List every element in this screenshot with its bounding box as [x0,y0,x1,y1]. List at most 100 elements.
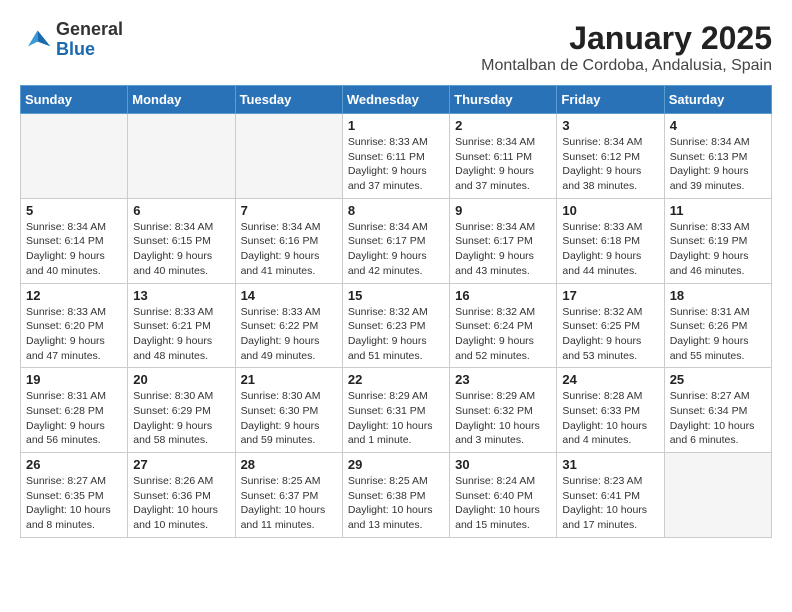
week-row-3: 12 Sunrise: 8:33 AM Sunset: 6:20 PM Dayli… [21,283,772,368]
day-info: Sunrise: 8:29 AM Sunset: 6:32 PM Dayligh… [455,389,551,448]
day-number: 21 [241,372,337,387]
calendar-cell: 6Sunrise: 8:34 AM Sunset: 6:15 PM Daylig… [128,198,235,283]
day-info: Sunrise: 8:32 AM Sunset: 6:25 PM Dayligh… [562,305,658,364]
calendar-cell: 15 Sunrise: 8:32 AM Sunset: 6:23 PM Dayli… [342,283,449,368]
day-info: Sunrise: 8:32 AM Sunset: 6:24 PM Dayligh… [455,305,551,364]
day-number: 31 [562,457,658,472]
calendar-cell: 2 Sunrise: 8:34 AM Sunset: 6:11 PM Daylig… [450,114,557,199]
calendar-cell: 16Sunrise: 8:32 AM Sunset: 6:24 PM Dayli… [450,283,557,368]
day-number: 1 [348,118,444,133]
weekday-header-tuesday: Tuesday [235,86,342,114]
calendar-cell [664,453,771,538]
day-number: 3 [562,118,658,133]
day-number: 20 [133,372,229,387]
weekday-header-friday: Friday [557,86,664,114]
day-info: Sunrise: 8:34 AM Sunset: 6:13 PM Dayligh… [670,135,766,194]
calendar-cell: 13Sunrise: 8:33 AM Sunset: 6:21 PM Dayli… [128,283,235,368]
logo-icon [20,24,52,56]
day-number: 13 [133,288,229,303]
day-info: Sunrise: 8:33 AM Sunset: 6:19 PM Dayligh… [670,220,766,279]
day-number: 9 [455,203,551,218]
day-number: 24 [562,372,658,387]
day-info: Sunrise: 8:25 AM Sunset: 6:38 PM Dayligh… [348,474,444,533]
day-info: Sunrise: 8:31 AM Sunset: 6:26 PM Dayligh… [670,305,766,364]
day-number: 28 [241,457,337,472]
day-number: 10 [562,203,658,218]
calendar-cell: 17 Sunrise: 8:32 AM Sunset: 6:25 PM Dayli… [557,283,664,368]
calendar-cell: 31 Sunrise: 8:23 AM Sunset: 6:41 PM Dayli… [557,453,664,538]
calendar-cell: 10Sunrise: 8:33 AM Sunset: 6:18 PM Dayli… [557,198,664,283]
day-number: 12 [26,288,122,303]
calendar-cell: 14Sunrise: 8:33 AM Sunset: 6:22 PM Dayli… [235,283,342,368]
calendar-cell [21,114,128,199]
calendar-cell: 30Sunrise: 8:24 AM Sunset: 6:40 PM Dayli… [450,453,557,538]
calendar-cell [235,114,342,199]
day-number: 17 [562,288,658,303]
calendar-cell: 21 Sunrise: 8:30 AM Sunset: 6:30 PM Dayli… [235,368,342,453]
day-number: 29 [348,457,444,472]
week-row-5: 26 Sunrise: 8:27 AM Sunset: 6:35 PM Dayli… [21,453,772,538]
calendar-cell: 9Sunrise: 8:34 AM Sunset: 6:17 PM Daylig… [450,198,557,283]
week-row-4: 19 Sunrise: 8:31 AM Sunset: 6:28 PM Dayli… [21,368,772,453]
day-number: 18 [670,288,766,303]
calendar-cell: 7 Sunrise: 8:34 AM Sunset: 6:16 PM Daylig… [235,198,342,283]
calendar-table: SundayMondayTuesdayWednesdayThursdayFrid… [20,85,772,538]
calendar-cell [128,114,235,199]
calendar-cell: 3 Sunrise: 8:34 AM Sunset: 6:12 PM Daylig… [557,114,664,199]
day-info: Sunrise: 8:23 AM Sunset: 6:41 PM Dayligh… [562,474,658,533]
day-number: 25 [670,372,766,387]
day-number: 14 [241,288,337,303]
day-number: 8 [348,203,444,218]
day-number: 26 [26,457,122,472]
day-info: Sunrise: 8:28 AM Sunset: 6:33 PM Dayligh… [562,389,658,448]
calendar-cell: 20 Sunrise: 8:30 AM Sunset: 6:29 PM Dayli… [128,368,235,453]
month-title: January 2025 [481,20,772,57]
title-block: January 2025 Montalban de Cordoba, Andal… [481,20,772,75]
day-number: 15 [348,288,444,303]
day-number: 4 [670,118,766,133]
weekday-header-saturday: Saturday [664,86,771,114]
day-number: 23 [455,372,551,387]
page-header: General Blue January 2025 Montalban de C… [20,20,772,75]
calendar-cell: 18 Sunrise: 8:31 AM Sunset: 6:26 PM Dayli… [664,283,771,368]
day-number: 11 [670,203,766,218]
day-info: Sunrise: 8:34 AM Sunset: 6:12 PM Dayligh… [562,135,658,194]
day-info: Sunrise: 8:30 AM Sunset: 6:30 PM Dayligh… [241,389,337,448]
day-number: 5 [26,203,122,218]
calendar-cell: 28Sunrise: 8:25 AM Sunset: 6:37 PM Dayli… [235,453,342,538]
weekday-header-row: SundayMondayTuesdayWednesdayThursdayFrid… [21,86,772,114]
day-number: 7 [241,203,337,218]
day-info: Sunrise: 8:27 AM Sunset: 6:34 PM Dayligh… [670,389,766,448]
calendar-cell: 22 Sunrise: 8:29 AM Sunset: 6:31 PM Dayli… [342,368,449,453]
day-info: Sunrise: 8:26 AM Sunset: 6:36 PM Dayligh… [133,474,229,533]
calendar-cell: 8 Sunrise: 8:34 AM Sunset: 6:17 PM Daylig… [342,198,449,283]
day-info: Sunrise: 8:30 AM Sunset: 6:29 PM Dayligh… [133,389,229,448]
logo-blue: Blue [56,40,123,60]
day-info: Sunrise: 8:34 AM Sunset: 6:14 PM Dayligh… [26,220,122,279]
weekday-header-sunday: Sunday [21,86,128,114]
day-number: 22 [348,372,444,387]
day-info: Sunrise: 8:34 AM Sunset: 6:16 PM Dayligh… [241,220,337,279]
day-number: 2 [455,118,551,133]
calendar-cell: 25 Sunrise: 8:27 AM Sunset: 6:34 PM Dayli… [664,368,771,453]
week-row-2: 5 Sunrise: 8:34 AM Sunset: 6:14 PM Daylig… [21,198,772,283]
calendar-cell: 5 Sunrise: 8:34 AM Sunset: 6:14 PM Daylig… [21,198,128,283]
day-number: 19 [26,372,122,387]
logo: General Blue [20,20,123,60]
day-number: 27 [133,457,229,472]
day-info: Sunrise: 8:29 AM Sunset: 6:31 PM Dayligh… [348,389,444,448]
day-info: Sunrise: 8:27 AM Sunset: 6:35 PM Dayligh… [26,474,122,533]
weekday-header-wednesday: Wednesday [342,86,449,114]
calendar-cell: 29 Sunrise: 8:25 AM Sunset: 6:38 PM Dayli… [342,453,449,538]
day-number: 6 [133,203,229,218]
calendar-cell: 4 Sunrise: 8:34 AM Sunset: 6:13 PM Daylig… [664,114,771,199]
week-row-1: 1Sunrise: 8:33 AM Sunset: 6:11 PM Daylig… [21,114,772,199]
day-info: Sunrise: 8:33 AM Sunset: 6:20 PM Dayligh… [26,305,122,364]
day-info: Sunrise: 8:32 AM Sunset: 6:23 PM Dayligh… [348,305,444,364]
day-info: Sunrise: 8:34 AM Sunset: 6:17 PM Dayligh… [348,220,444,279]
logo-general: General [56,20,123,40]
calendar-cell: 1Sunrise: 8:33 AM Sunset: 6:11 PM Daylig… [342,114,449,199]
calendar-cell: 27 Sunrise: 8:26 AM Sunset: 6:36 PM Dayli… [128,453,235,538]
day-info: Sunrise: 8:31 AM Sunset: 6:28 PM Dayligh… [26,389,122,448]
day-info: Sunrise: 8:34 AM Sunset: 6:11 PM Dayligh… [455,135,551,194]
